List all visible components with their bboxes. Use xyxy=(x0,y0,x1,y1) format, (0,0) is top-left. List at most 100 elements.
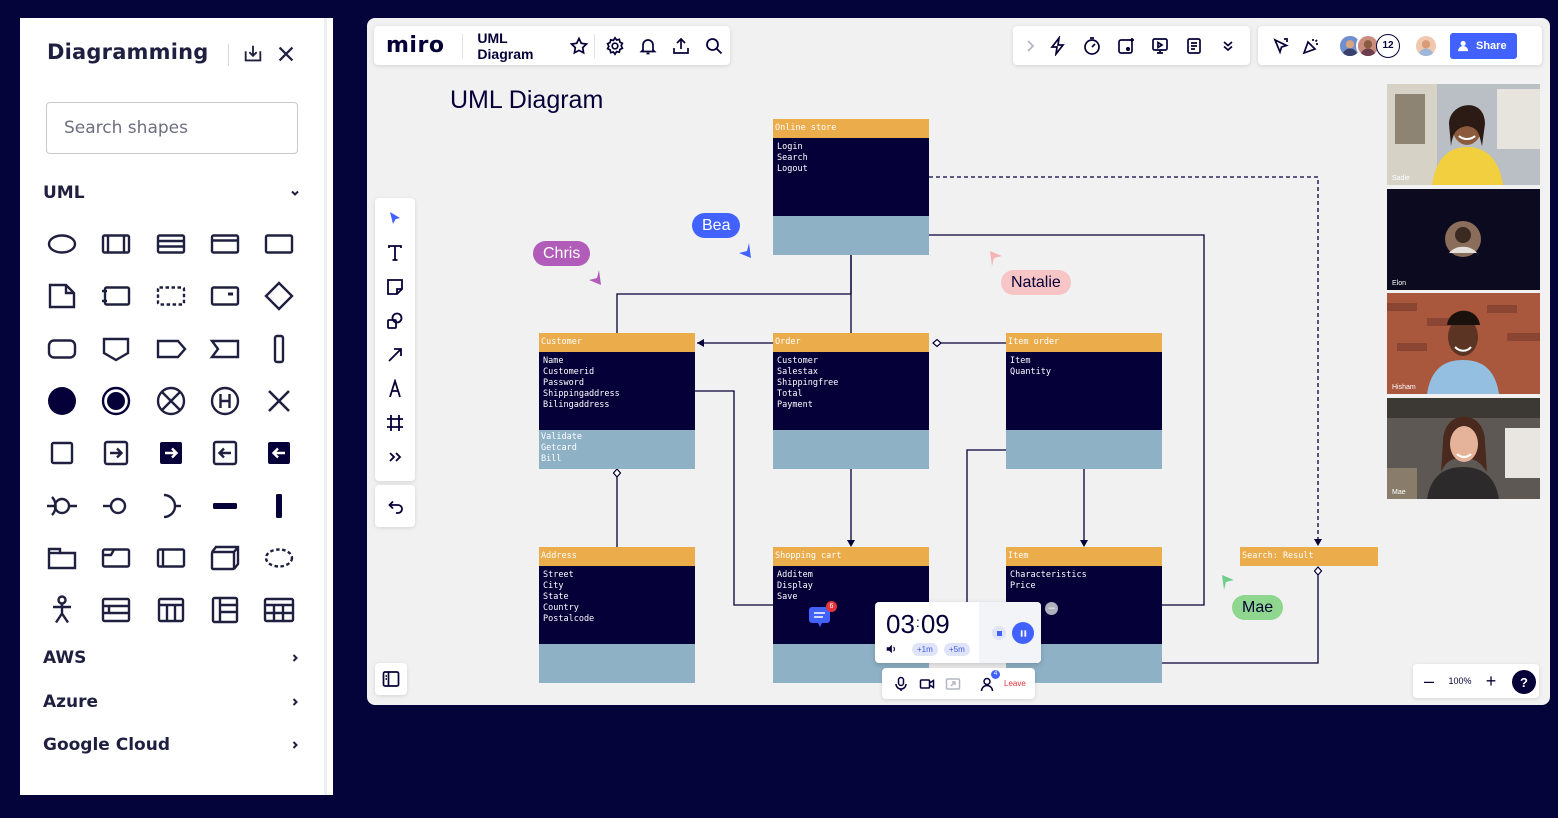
sticky-note-icon[interactable] xyxy=(378,270,412,304)
folder-tab-icon[interactable] xyxy=(98,532,152,584)
more-chevrons-icon[interactable] xyxy=(1211,30,1245,62)
lollipop-icon[interactable] xyxy=(98,479,152,531)
text-tool-icon[interactable] xyxy=(378,236,412,270)
tag-shape-icon[interactable] xyxy=(153,323,207,375)
dashed-rectangle-icon[interactable] xyxy=(153,270,207,322)
diamond-shape-icon[interactable] xyxy=(261,270,315,322)
pause-icon[interactable] xyxy=(1012,622,1034,644)
panels-icon[interactable] xyxy=(375,663,407,695)
microphone-icon[interactable] xyxy=(888,672,914,696)
share-button[interactable]: Share xyxy=(1450,32,1517,59)
presentation-icon[interactable] xyxy=(1143,30,1177,62)
swimlane-icon[interactable] xyxy=(207,584,261,636)
minus-handle-icon[interactable]: – xyxy=(1045,602,1058,615)
final-node-icon[interactable] xyxy=(98,375,152,427)
uml-class-online-store[interactable]: Online store Login Search Logout xyxy=(773,119,929,255)
help-button[interactable]: ? xyxy=(1512,670,1536,694)
add-five-minutes-button[interactable]: +5m xyxy=(944,643,970,656)
panel-scrollbar[interactable] xyxy=(324,18,327,795)
square-shape-icon[interactable] xyxy=(44,427,98,479)
save-to-library-icon[interactable] xyxy=(241,42,265,66)
process-shape-icon[interactable] xyxy=(98,218,152,270)
upload-icon[interactable] xyxy=(664,30,697,62)
vertical-fork-icon[interactable] xyxy=(261,479,315,531)
miro-logo[interactable]: miro xyxy=(374,33,458,58)
shapes-tool-icon[interactable] xyxy=(378,304,412,338)
provided-interface-icon[interactable] xyxy=(44,479,98,531)
component-shape-icon[interactable] xyxy=(98,270,152,322)
my-avatar[interactable] xyxy=(1414,33,1438,58)
uml-class-search-result[interactable]: Search: Result xyxy=(1240,547,1378,566)
star-icon[interactable] xyxy=(568,30,589,62)
stop-icon[interactable] xyxy=(992,626,1006,640)
exit-point-filled-icon[interactable] xyxy=(261,427,315,479)
window-shape-icon[interactable] xyxy=(207,218,261,270)
pen-tool-icon[interactable] xyxy=(378,372,412,406)
collaborator-avatars[interactable]: 12 xyxy=(1338,33,1400,58)
search-icon[interactable] xyxy=(697,30,730,62)
uml-class-item-order[interactable]: Item order Item Quantity xyxy=(1006,333,1162,469)
vertical-bar-icon[interactable] xyxy=(261,323,315,375)
notes-icon[interactable] xyxy=(1177,30,1211,62)
chevron-right-icon[interactable] xyxy=(1019,30,1041,62)
video-tile-mae[interactable]: Mae xyxy=(1387,398,1540,499)
list-rows-icon[interactable] xyxy=(98,584,152,636)
horizontal-bar-icon[interactable] xyxy=(207,479,261,531)
participants-icon[interactable]: 4 xyxy=(974,669,1000,696)
camera-icon[interactable] xyxy=(914,672,940,696)
section-azure[interactable]: Azure xyxy=(43,688,301,716)
grid-table-icon[interactable] xyxy=(261,584,315,636)
required-interface-icon[interactable] xyxy=(153,479,207,531)
zoom-in-icon[interactable]: + xyxy=(1475,666,1507,696)
uml-class-address[interactable]: Address Street City State Country Postal… xyxy=(539,547,695,683)
uml-class-customer[interactable]: Customer Name Customerid Password Shippi… xyxy=(539,333,695,469)
video-tile-sadie[interactable]: Sadie xyxy=(1387,84,1540,185)
note-shape-icon[interactable] xyxy=(44,270,98,322)
board-title[interactable]: UML Diagram xyxy=(450,86,603,115)
off-page-shape-icon[interactable] xyxy=(98,323,152,375)
flow-final-icon[interactable] xyxy=(153,375,207,427)
section-uml[interactable]: UML xyxy=(43,179,301,207)
speaker-icon[interactable] xyxy=(885,642,897,660)
board-name-button[interactable]: UML Diagram xyxy=(467,30,568,62)
timer-icon[interactable] xyxy=(1075,30,1109,62)
card-shape-icon[interactable] xyxy=(207,270,261,322)
frame-tool-icon[interactable] xyxy=(378,406,412,440)
entry-point-icon[interactable] xyxy=(98,427,152,479)
cross-shape-icon[interactable] xyxy=(261,375,315,427)
frame-shape-icon[interactable] xyxy=(153,532,207,584)
ellipse-shape-icon[interactable] xyxy=(44,218,98,270)
bell-icon[interactable] xyxy=(631,30,664,62)
select-cursor-icon[interactable] xyxy=(378,202,412,236)
initial-node-icon[interactable] xyxy=(44,375,98,427)
lightning-icon[interactable] xyxy=(1041,30,1075,62)
more-tools-icon[interactable] xyxy=(378,440,412,474)
undo-icon[interactable] xyxy=(375,485,415,527)
entry-point-filled-icon[interactable] xyxy=(153,427,207,479)
zoom-level[interactable]: 100% xyxy=(1445,676,1475,686)
exit-point-icon[interactable] xyxy=(207,427,261,479)
video-tile-hisham[interactable]: Hisham xyxy=(1387,293,1540,394)
class-shape-icon[interactable] xyxy=(153,218,207,270)
screen-share-icon[interactable] xyxy=(940,672,966,696)
settings-gear-icon[interactable] xyxy=(599,30,632,62)
uml-class-order[interactable]: Order Customer Salestax Shippingfree Tot… xyxy=(773,333,929,469)
board-canvas[interactable]: UML Diagram Online store Login Search Lo… xyxy=(367,18,1550,705)
leave-call-button[interactable]: Leave xyxy=(1004,679,1026,688)
zoom-out-icon[interactable]: – xyxy=(1413,666,1445,696)
section-google-cloud[interactable]: Google Cloud xyxy=(43,731,301,759)
comment-icon[interactable]: 6 xyxy=(809,601,837,627)
section-aws[interactable]: AWS xyxy=(43,644,301,672)
rounded-rectangle-icon[interactable] xyxy=(44,323,98,375)
connector-arrow-icon[interactable] xyxy=(378,338,412,372)
receive-signal-icon[interactable] xyxy=(207,323,261,375)
add-one-minute-button[interactable]: +1m xyxy=(912,643,938,656)
history-node-icon[interactable] xyxy=(207,375,261,427)
video-tile-elon[interactable]: Elon xyxy=(1387,189,1540,290)
celebrate-icon[interactable] xyxy=(1296,30,1326,62)
node-3d-icon[interactable] xyxy=(207,532,261,584)
sticky-note-add-icon[interactable] xyxy=(1109,30,1143,62)
package-icon[interactable] xyxy=(44,532,98,584)
dashed-ellipse-icon[interactable] xyxy=(261,532,315,584)
rectangle-shape-icon[interactable] xyxy=(261,218,315,270)
